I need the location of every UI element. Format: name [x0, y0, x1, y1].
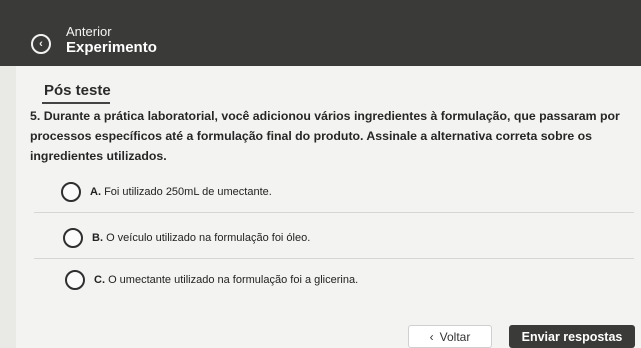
radio-option-c[interactable] [65, 270, 85, 290]
chevron-left-icon: ‹ [429, 329, 434, 344]
section-title: Pós teste [44, 82, 111, 99]
option-c[interactable]: C. O umectante utilizado na formulação f… [65, 270, 358, 290]
option-a-letter: A. [90, 186, 101, 198]
divider [34, 212, 634, 213]
voltar-label: Voltar [439, 329, 471, 344]
divider [34, 258, 634, 259]
option-b-letter: B. [92, 232, 103, 244]
page-title: Experimento [66, 39, 157, 56]
option-c-text: O umectante utilizado na formulação foi … [108, 274, 359, 286]
option-c-letter: C. [94, 274, 105, 286]
section-underline [42, 102, 110, 104]
option-a[interactable]: A. Foi utilizado 250mL de umectante. [61, 182, 272, 202]
previous-link[interactable]: Anterior [66, 24, 112, 39]
submit-button[interactable]: Enviar respostas [509, 325, 635, 348]
top-bar: ‹ Anterior Experimento [0, 0, 641, 66]
option-a-text: Foi utilizado 250mL de umectante. [104, 186, 272, 198]
radio-option-b[interactable] [63, 228, 83, 248]
radio-option-a[interactable] [61, 182, 81, 202]
question-body: Durante a prática laboratorial, você adi… [30, 109, 620, 163]
question-number: 5. [30, 109, 41, 123]
voltar-button[interactable]: ‹ Voltar [408, 325, 492, 348]
question-text: 5. Durante a prática laboratorial, você … [30, 106, 630, 166]
option-b[interactable]: B. O veículo utilizado na formulação foi… [63, 228, 310, 248]
back-circle-icon[interactable]: ‹ [31, 34, 51, 54]
actions-bar: ‹ Voltar Enviar respostas [0, 325, 641, 348]
option-b-text: O veículo utilizado na formulação foi ól… [106, 232, 311, 244]
